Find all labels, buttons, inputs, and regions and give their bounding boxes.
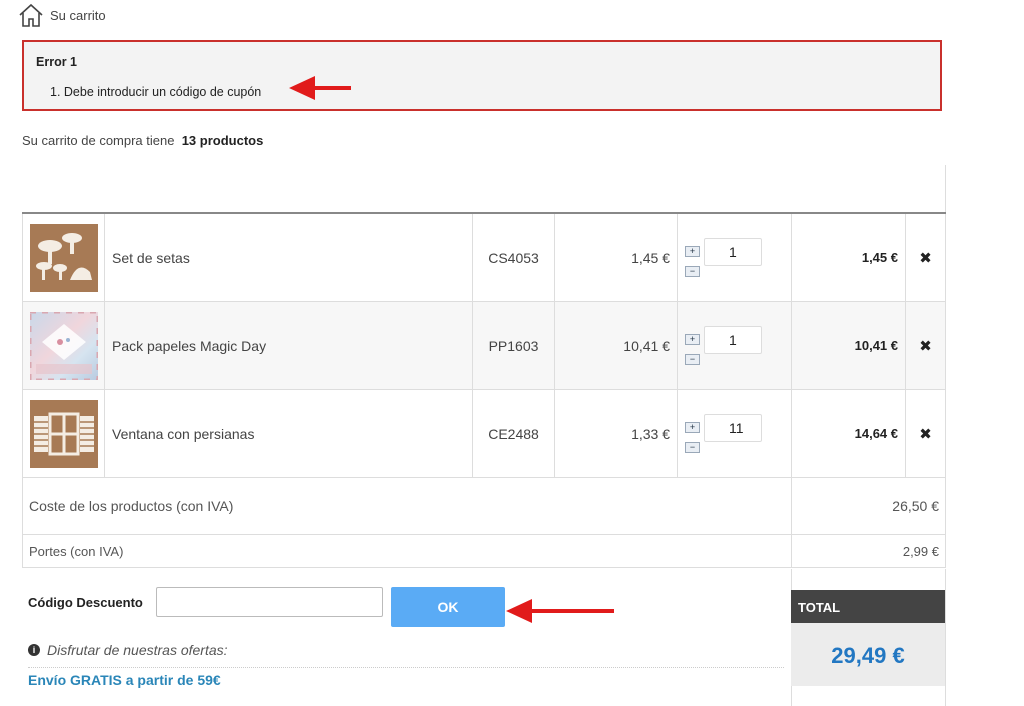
error-box: Error 1 1. Debe introducir un código de …	[22, 40, 942, 111]
shipping-label: Portes (con IVA)	[22, 534, 792, 568]
product-ref: CS4053	[472, 212, 555, 302]
shipping-value: 2,99 €	[791, 534, 946, 568]
plus-icon[interactable]: +	[685, 422, 700, 433]
quantity-cell: + −	[677, 389, 792, 478]
remove-icon[interactable]: ✖	[905, 301, 946, 390]
line-total: 14,64 €	[791, 389, 906, 478]
product-image-papers[interactable]	[29, 311, 98, 380]
cart-count: Su carrito de compra tiene 13 productos	[22, 133, 263, 148]
divider	[28, 667, 784, 668]
offers-text: Disfrutar de nuestras ofertas:	[47, 642, 228, 658]
error-message: 1. Debe introducir un código de cupón	[50, 85, 262, 99]
info-icon: i	[28, 644, 40, 656]
product-name[interactable]: Set de setas	[104, 212, 473, 302]
breadcrumb-current: Su carrito	[50, 7, 106, 23]
product-name[interactable]: Pack papeles Magic Day	[104, 301, 473, 390]
free-shipping-promo[interactable]: Envío GRATIS a partir de 59€	[28, 672, 221, 688]
subtotal-row: Coste de los productos (con IVA) 26,50 €	[22, 477, 946, 535]
line-total: 1,45 €	[791, 212, 906, 302]
cart-count-value: 13 productos	[181, 133, 264, 148]
minus-icon[interactable]: −	[685, 442, 700, 453]
quantity-input[interactable]	[704, 326, 762, 354]
divider	[945, 569, 946, 706]
cart-table: Set de setas CS4053 1,45 € + − 1,45 € ✖	[22, 165, 946, 568]
apply-discount-button[interactable]: OK	[391, 587, 505, 627]
quantity-input[interactable]	[704, 238, 762, 266]
subtotal-label: Coste de los productos (con IVA)	[22, 477, 792, 535]
unit-price: 1,33 €	[554, 389, 678, 478]
plus-icon[interactable]: +	[685, 246, 700, 257]
error-title: Error 1	[36, 55, 77, 69]
breadcrumb: Su carrito	[18, 2, 106, 28]
quantity-cell: + −	[677, 301, 792, 390]
table-header	[22, 165, 946, 214]
product-image-window[interactable]	[29, 399, 98, 468]
subtotal-value: 26,50 €	[791, 477, 946, 535]
discount-label: Código Descuento	[28, 595, 143, 610]
cart-count-prefix: Su carrito de compra tiene	[22, 133, 175, 148]
total-value: 29,49 €	[791, 623, 945, 686]
product-name[interactable]: Ventana con persianas	[104, 389, 473, 478]
offers-note: i Disfrutar de nuestras ofertas:	[28, 642, 228, 658]
quantity-input[interactable]	[704, 414, 762, 442]
annotation-arrow	[506, 599, 614, 623]
discount-code-input[interactable]	[156, 587, 383, 617]
remove-icon[interactable]: ✖	[905, 389, 946, 478]
plus-icon[interactable]: +	[685, 334, 700, 345]
total-label: TOTAL	[791, 590, 945, 623]
product-ref: CE2488	[472, 389, 555, 478]
table-row: Set de setas CS4053 1,45 € + − 1,45 € ✖	[22, 212, 946, 302]
minus-icon[interactable]: −	[685, 266, 700, 277]
quantity-cell: + −	[677, 212, 792, 302]
shipping-row: Portes (con IVA) 2,99 €	[22, 534, 946, 568]
product-ref: PP1603	[472, 301, 555, 390]
table-row: Ventana con persianas CE2488 1,33 € + − …	[22, 389, 946, 478]
line-total: 10,41 €	[791, 301, 906, 390]
remove-icon[interactable]: ✖	[905, 212, 946, 302]
product-image-mushrooms[interactable]	[29, 223, 98, 292]
minus-icon[interactable]: −	[685, 354, 700, 365]
unit-price: 10,41 €	[554, 301, 678, 390]
home-icon[interactable]	[18, 3, 44, 27]
unit-price: 1,45 €	[554, 212, 678, 302]
table-row: Pack papeles Magic Day PP1603 10,41 € + …	[22, 301, 946, 390]
